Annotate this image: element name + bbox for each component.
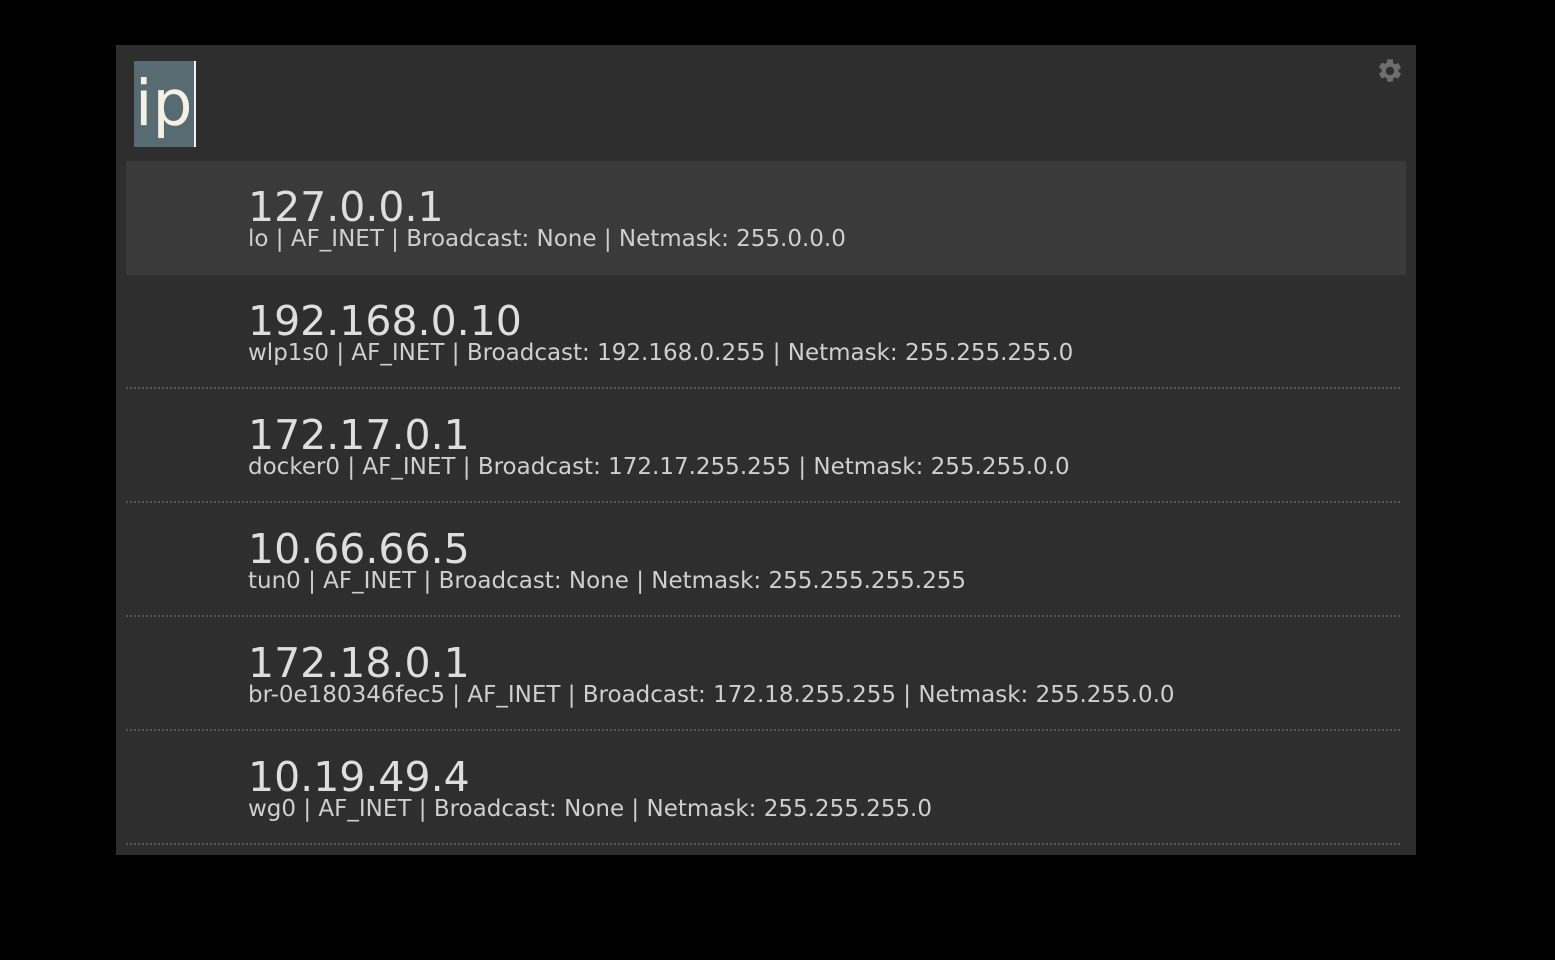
result-item[interactable]: 172.18.0.1 br-0e180346fec5 | AF_INET | B… xyxy=(126,617,1400,731)
result-subtitle: docker0 | AF_INET | Broadcast: 172.17.25… xyxy=(248,454,1070,480)
result-title: 10.66.66.5 xyxy=(248,525,470,573)
text-caret xyxy=(193,61,196,147)
result-title: 10.19.49.4 xyxy=(248,753,470,801)
result-subtitle: wg0 | AF_INET | Broadcast: None | Netmas… xyxy=(248,796,932,822)
gear-icon-svg xyxy=(1379,59,1401,82)
result-title: 127.0.0.1 xyxy=(248,183,444,231)
result-item[interactable]: 192.168.0.10 wlp1s0 | AF_INET | Broadcas… xyxy=(126,275,1400,389)
gear-icon[interactable] xyxy=(1376,57,1404,85)
result-subtitle: lo | AF_INET | Broadcast: None | Netmask… xyxy=(248,226,846,252)
result-subtitle: tun0 | AF_INET | Broadcast: None | Netma… xyxy=(248,568,967,594)
result-item[interactable]: 10.66.66.5 tun0 | AF_INET | Broadcast: N… xyxy=(126,503,1400,617)
result-subtitle: br-0e180346fec5 | AF_INET | Broadcast: 1… xyxy=(248,682,1175,708)
result-title: 172.17.0.1 xyxy=(248,411,470,459)
result-subtitle: wlp1s0 | AF_INET | Broadcast: 192.168.0.… xyxy=(248,340,1074,366)
query-input[interactable]: ip xyxy=(134,61,196,147)
result-item[interactable]: 10.19.49.4 wg0 | AF_INET | Broadcast: No… xyxy=(126,731,1400,845)
query-text[interactable]: ip xyxy=(134,61,194,147)
results-list: 127.0.0.1 lo | AF_INET | Broadcast: None… xyxy=(126,161,1406,845)
result-item[interactable]: 172.17.0.1 docker0 | AF_INET | Broadcast… xyxy=(126,389,1400,503)
result-title: 192.168.0.10 xyxy=(248,297,522,345)
launcher-window: ip 127.0.0.1 lo | AF_INET | Broadcast: N… xyxy=(116,45,1416,855)
result-item[interactable]: 127.0.0.1 lo | AF_INET | Broadcast: None… xyxy=(126,161,1406,275)
result-title: 172.18.0.1 xyxy=(248,639,470,687)
